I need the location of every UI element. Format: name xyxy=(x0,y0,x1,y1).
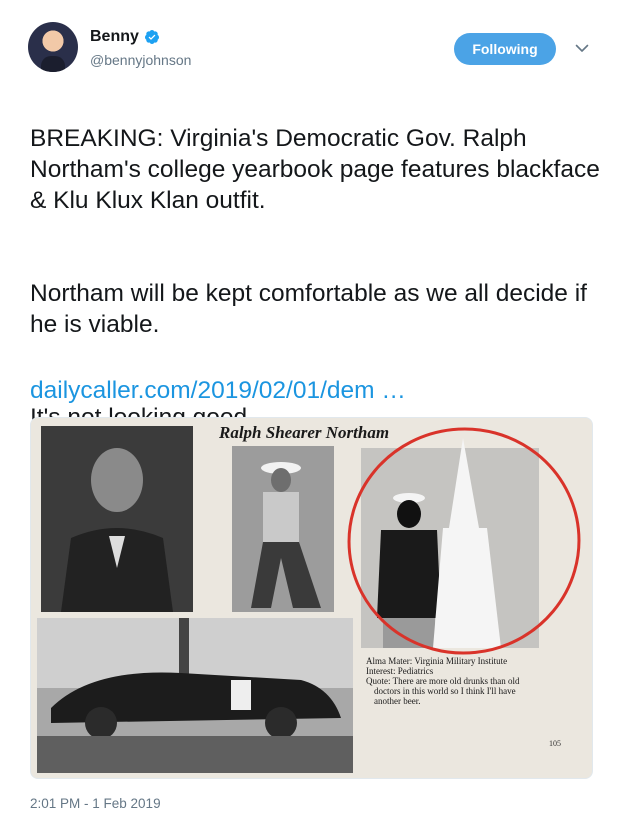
following-button[interactable]: Following xyxy=(454,33,556,65)
tweet-media-image[interactable]: Ralph Shearer Northam Alma Mater: Virgin… xyxy=(30,417,593,779)
caption-line: Quote: There are more old drunks than ol… xyxy=(366,676,520,686)
verified-badge-icon xyxy=(144,30,159,44)
tweet-paragraph: Northam will be kept comfortable as we a… xyxy=(30,280,587,338)
page-number: 105 xyxy=(549,739,561,748)
author-display-name[interactable]: Benny xyxy=(90,28,139,46)
author-handle[interactable]: @bennyjohnson xyxy=(90,52,191,68)
chevron-down-icon[interactable] xyxy=(574,40,590,56)
caption-line: another beer. xyxy=(374,696,420,706)
cowboy-photo xyxy=(232,446,334,612)
tweet-header: Benny @bennyjohnson Following xyxy=(28,22,598,74)
yearbook-page-photo: Ralph Shearer Northam Alma Mater: Virgin… xyxy=(31,418,592,778)
tweet-timestamp[interactable]: 2:01 PM - 1 Feb 2019 xyxy=(30,796,161,811)
profile-avatar[interactable] xyxy=(28,22,78,72)
portrait-photo xyxy=(41,426,193,612)
author-name-row[interactable]: Benny xyxy=(90,28,160,46)
costume-photo xyxy=(361,438,539,648)
tweet-paragraph: BREAKING: Virginia's Democratic Gov. Ral… xyxy=(30,125,600,214)
tweet-text: BREAKING: Virginia's Democratic Gov. Ral… xyxy=(30,92,600,464)
yearbook-title: Ralph Shearer Northam xyxy=(218,423,389,442)
caption-line: Interest: Pediatrics xyxy=(366,666,434,676)
tweet-link[interactable]: dailycaller.com/2019/02/01/dem … xyxy=(30,377,406,405)
caption-line: doctors in this world so I think I'll ha… xyxy=(374,686,516,696)
car-photo xyxy=(37,618,353,773)
caption-line: Alma Mater: Virginia Military Institute xyxy=(366,656,507,666)
